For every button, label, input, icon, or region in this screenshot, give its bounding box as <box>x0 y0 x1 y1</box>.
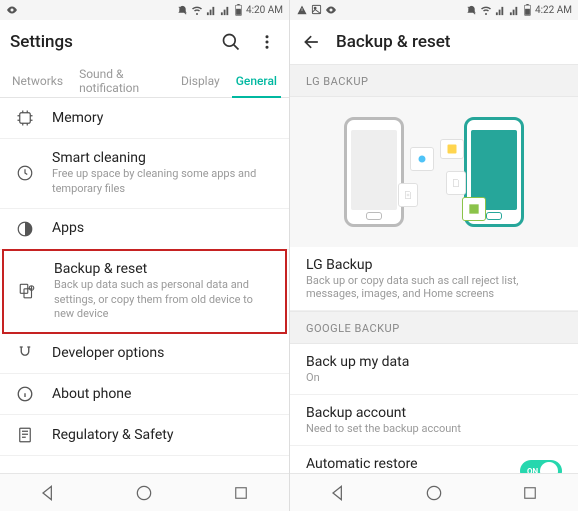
page-title: Backup & reset <box>336 32 568 52</box>
nav-bar <box>290 473 578 511</box>
developer-icon <box>14 344 36 362</box>
wifi-icon <box>191 4 203 16</box>
signal-icon-2 <box>220 5 231 16</box>
header: Settings <box>0 20 289 64</box>
row-about-phone[interactable]: About phone <box>0 374 289 415</box>
row-apps[interactable]: Apps <box>0 209 289 250</box>
tab-display[interactable]: Display <box>173 64 228 97</box>
row-backup-account[interactable]: Backup account Need to set the backup ac… <box>290 395 578 446</box>
nav-bar <box>0 473 289 511</box>
row-subtitle: Back up data such as personal data and s… <box>54 278 273 323</box>
screen-backup-reset: 4:22 AM Backup & reset LG BACKUP <box>289 0 578 511</box>
row-title: Automatic restore <box>306 456 520 472</box>
nav-home-button[interactable] <box>131 480 157 506</box>
section-google-backup: GOOGLE BACKUP <box>290 311 578 344</box>
signal-icon <box>206 5 217 16</box>
row-title: Backup account <box>306 405 562 421</box>
doc-icon-2 <box>446 171 466 195</box>
row-subtitle: Free up space by cleaning some apps and … <box>52 167 275 197</box>
row-title: About phone <box>52 386 275 402</box>
mute-icon <box>466 5 477 16</box>
backup-illustration <box>290 97 578 247</box>
wifi-icon <box>480 4 492 16</box>
tab-label: Sound & notification <box>79 67 165 95</box>
nav-back-button[interactable] <box>35 480 61 506</box>
status-bar: 4:22 AM <box>290 0 578 20</box>
battery-icon <box>234 4 243 16</box>
row-title: LG Backup <box>306 257 562 273</box>
toggle-knob <box>540 462 558 473</box>
backup-list: LG BACKUP <box>290 64 578 473</box>
row-title: Backup & reset <box>54 261 273 277</box>
eye-icon <box>6 4 18 16</box>
row-title: Regulatory & Safety <box>52 427 275 443</box>
regulatory-icon <box>14 426 36 444</box>
settings-list: Memory Smart cleaning Free up space by c… <box>0 98 289 473</box>
tabs: Networks Sound & notification Display Ge… <box>0 64 289 98</box>
nav-recent-button[interactable] <box>228 480 254 506</box>
header: Backup & reset <box>290 20 578 64</box>
nav-recent-button[interactable] <box>517 480 543 506</box>
row-backup-reset[interactable]: Backup & reset Back up data such as pers… <box>2 249 287 335</box>
info-icon <box>14 385 36 403</box>
nav-back-button[interactable] <box>325 480 351 506</box>
mute-icon <box>177 5 188 16</box>
image-icon <box>311 4 322 16</box>
auto-restore-toggle[interactable]: ON <box>520 460 562 473</box>
row-developer-options[interactable]: Developer options <box>0 333 289 374</box>
battery-icon <box>523 4 532 16</box>
tab-general[interactable]: General <box>228 64 285 97</box>
search-button[interactable] <box>219 30 243 54</box>
page-title: Settings <box>10 32 207 52</box>
tab-label: Display <box>181 74 220 88</box>
row-subtitle: Back up or copy data such as call reject… <box>306 274 562 300</box>
status-bar: 4:20 AM <box>0 0 289 20</box>
gallery-icon <box>410 147 434 171</box>
row-lg-backup[interactable]: LG Backup Back up or copy data such as c… <box>290 247 578 311</box>
row-title: Memory <box>52 110 275 126</box>
smart-cleaning-icon <box>14 164 36 182</box>
tab-networks[interactable]: Networks <box>4 64 71 97</box>
apps-icon <box>14 220 36 238</box>
row-backup-my-data[interactable]: Back up my data On <box>290 344 578 395</box>
overflow-menu-button[interactable] <box>255 30 279 54</box>
row-subtitle: On <box>306 371 562 384</box>
photo-icon <box>440 139 464 159</box>
nav-home-button[interactable] <box>421 480 447 506</box>
status-time: 4:22 AM <box>535 5 572 16</box>
warning-icon <box>296 4 308 16</box>
signal-icon <box>495 5 506 16</box>
row-subtitle: Need to set the backup account <box>306 422 562 435</box>
row-smart-cleaning[interactable]: Smart cleaning Free up space by cleaning… <box>0 139 289 209</box>
tab-sound[interactable]: Sound & notification <box>71 64 173 97</box>
memory-icon <box>14 109 36 127</box>
signal-icon-2 <box>509 5 520 16</box>
row-title: Smart cleaning <box>52 150 275 166</box>
tab-label: Networks <box>12 74 63 88</box>
toggle-label: ON <box>527 467 538 474</box>
back-button[interactable] <box>300 30 324 54</box>
tab-label: General <box>236 74 277 88</box>
row-memory[interactable]: Memory <box>0 98 289 139</box>
row-automatic-restore[interactable]: Automatic restore When reinstalling an a… <box>290 446 578 473</box>
status-time: 4:20 AM <box>246 5 283 16</box>
row-title: Back up my data <box>306 354 562 370</box>
row-title: Developer options <box>52 345 275 361</box>
screen-settings: 4:20 AM Settings Networks Sound & notifi… <box>0 0 289 511</box>
row-title: Apps <box>52 220 275 236</box>
backup-reset-icon <box>16 282 38 300</box>
eye-icon <box>325 4 337 16</box>
section-lg-backup: LG BACKUP <box>290 64 578 97</box>
row-regulatory[interactable]: Regulatory & Safety <box>0 415 289 456</box>
